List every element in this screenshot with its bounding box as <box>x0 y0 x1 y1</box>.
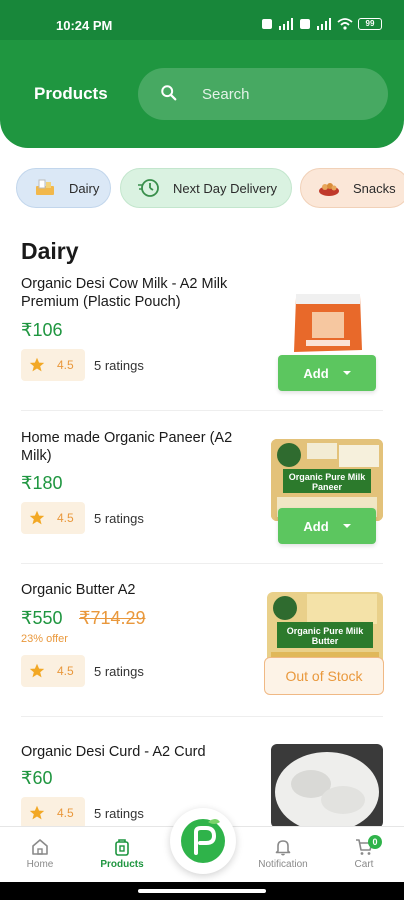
rating-count: 5 ratings <box>94 511 144 526</box>
product-price: ₹550 <box>21 608 63 628</box>
dairy-icon <box>36 179 54 195</box>
search-box[interactable] <box>138 68 388 120</box>
section-title: Dairy <box>21 238 79 264</box>
rating-badge: 4.5 <box>21 349 85 381</box>
rating-count: 5 ratings <box>94 664 144 679</box>
rating-value: 4.5 <box>57 664 74 678</box>
signal-icon <box>317 18 331 30</box>
product-old-price: ₹714.29 <box>79 608 146 628</box>
milk-pouch-image <box>292 290 364 356</box>
star-icon <box>29 357 45 372</box>
chevron-down-icon <box>342 524 351 528</box>
category-chip-dairy[interactable]: Dairy <box>16 168 111 208</box>
rating-count: 5 ratings <box>94 358 144 373</box>
category-label: Next Day Delivery <box>173 180 278 196</box>
sim-icon <box>300 19 310 29</box>
nav-home-label: Home <box>26 859 54 870</box>
nav-products-label: Products <box>100 859 144 870</box>
divider <box>21 716 383 717</box>
status-bar: 10:24 PM 99 <box>0 0 404 40</box>
rating-value: 4.5 <box>57 358 74 372</box>
snacks-icon <box>319 183 339 196</box>
nav-home[interactable]: Home <box>0 827 80 883</box>
add-button[interactable]: Add <box>278 508 376 544</box>
system-home-bar <box>0 882 404 900</box>
category-label: Dairy <box>69 180 100 196</box>
nav-cart[interactable]: 0 Cart <box>324 827 404 883</box>
rating-badge: 4.5 <box>21 655 85 687</box>
signal-icon <box>279 18 293 30</box>
product-price: ₹60 <box>21 768 53 788</box>
product-name[interactable]: Organic Butter A2 <box>21 581 251 599</box>
product-name[interactable]: Organic Desi Cow Milk - A2 Milk Premium … <box>21 275 251 311</box>
wifi-icon <box>337 18 353 30</box>
rating-badge: 4.5 <box>21 797 85 829</box>
page-title: Products <box>34 84 108 103</box>
add-button[interactable]: Add <box>278 355 376 391</box>
category-chip-snacks[interactable]: Snacks <box>300 168 404 208</box>
clock-icon <box>138 179 159 197</box>
search-input[interactable] <box>202 84 372 104</box>
nav-products[interactable]: Products <box>82 827 162 883</box>
home-indicator[interactable] <box>138 889 266 893</box>
status-icons: 99 <box>261 18 382 30</box>
out-of-stock-button[interactable]: Out of Stock <box>264 657 384 695</box>
home-icon <box>32 839 48 855</box>
center-logo-button[interactable] <box>170 808 236 874</box>
chevron-down-icon <box>342 371 351 375</box>
product-name[interactable]: Organic Desi Curd - A2 Curd <box>21 743 251 761</box>
divider <box>21 410 383 411</box>
divider <box>21 563 383 564</box>
product-image-milk[interactable] <box>292 290 364 356</box>
rating-value: 4.5 <box>57 511 74 525</box>
shopping-bag-icon <box>115 839 129 856</box>
product-image-curd[interactable] <box>271 744 383 828</box>
category-chip-next-day-delivery[interactable]: Next Day Delivery <box>120 168 292 208</box>
cart-count-badge: 0 <box>368 835 382 849</box>
nav-cart-label: Cart <box>354 859 374 870</box>
star-icon <box>29 663 45 678</box>
star-icon <box>29 805 45 820</box>
product-price: ₹106 <box>21 320 63 340</box>
status-time: 10:24 PM <box>56 18 113 33</box>
bell-icon <box>275 840 291 856</box>
add-label: Add <box>303 518 329 534</box>
add-label: Add <box>303 365 329 381</box>
product-image-caption: Organic Pure Milk Butter <box>286 626 364 646</box>
search-icon <box>161 85 177 101</box>
category-label: Snacks <box>353 180 396 196</box>
rating-count: 5 ratings <box>94 806 144 821</box>
product-offer: 23% offer <box>21 633 68 645</box>
sim-icon <box>262 19 272 29</box>
battery-icon: 99 <box>358 18 382 30</box>
product-price: ₹180 <box>21 473 63 493</box>
brand-logo-icon <box>181 819 225 863</box>
star-icon <box>29 510 45 525</box>
product-name[interactable]: Home made Organic Paneer (A2 Milk) <box>21 429 251 465</box>
nav-notification[interactable]: Notification <box>243 827 323 883</box>
product-image-caption: Organic Pure Milk Paneer <box>288 472 366 492</box>
rating-badge: 4.5 <box>21 502 85 534</box>
curd-image <box>271 744 383 828</box>
rating-value: 4.5 <box>57 806 74 820</box>
nav-notification-label: Notification <box>258 859 308 870</box>
category-chips: Dairy Next Day Delivery Snacks <box>0 168 404 210</box>
